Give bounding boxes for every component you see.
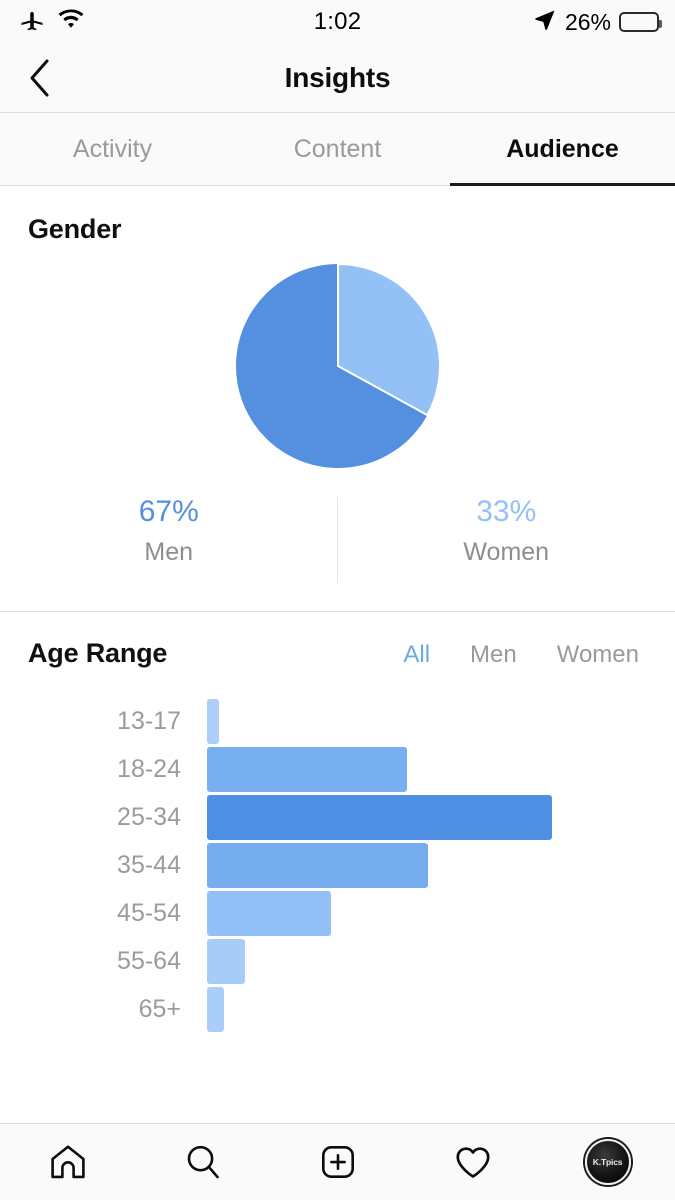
add-post-icon [321, 1145, 354, 1179]
pie-svg [235, 263, 441, 468]
bar-row: 13-17 [0, 699, 675, 744]
location-arrow-icon [533, 8, 557, 37]
home-icon [50, 1145, 85, 1179]
bar-row: 35-44 [0, 843, 675, 888]
legend-item-women: 33% Women [338, 495, 675, 587]
profile-avatar[interactable]: K.Tpics [584, 1139, 631, 1185]
bar-track [207, 843, 675, 888]
page-title: Insights [284, 62, 391, 93]
search-icon [187, 1145, 219, 1179]
bar-label-45-54: 45-54 [117, 899, 181, 927]
legend-divider [337, 497, 338, 583]
nav-home-button[interactable] [0, 1124, 135, 1200]
bar-label-55-64: 55-64 [117, 947, 181, 975]
battery-icon [619, 12, 662, 32]
avatar-label: K.Tpics [592, 1157, 623, 1167]
age-filter-all[interactable]: All [403, 641, 430, 669]
chevron-left-icon [30, 59, 49, 97]
legend-item-men: 67% Men [0, 495, 338, 587]
bar-row: 25-34 [0, 795, 675, 840]
back-button[interactable] [18, 56, 62, 100]
tab-content[interactable]: Content [225, 113, 450, 185]
bar-fill-45-54 [207, 891, 332, 936]
bar-fill-65+ [207, 987, 225, 1032]
bar-row: 18-24 [0, 747, 675, 792]
nav-add-post-button[interactable] [270, 1124, 405, 1200]
nav-profile-button[interactable]: K.Tpics [540, 1124, 675, 1200]
battery-percent-label: 26% [564, 8, 611, 35]
age-filter-men[interactable]: Men [470, 641, 517, 669]
bar-row: 55-64 [0, 939, 675, 984]
tab-activity[interactable]: Activity [0, 113, 225, 185]
legend-percent-women: 33% [476, 495, 537, 528]
bottom-nav-bar: K.Tpics [0, 1123, 675, 1200]
age-filter-women[interactable]: Women [557, 641, 639, 669]
gender-legend: 67% Men 33% Women [0, 495, 675, 587]
bar-track [207, 891, 675, 936]
status-bar-right: 26% [533, 0, 662, 44]
gender-section-title: Gender [28, 214, 122, 244]
heart-icon [455, 1147, 490, 1178]
age-range-header: Age Range All Men Women [0, 638, 675, 669]
status-bar: 1:02 26% [0, 0, 675, 44]
bar-track [207, 795, 675, 840]
bar-fill-35-44 [207, 843, 428, 888]
tab-audience[interactable]: Audience [450, 113, 675, 186]
bar-fill-55-64 [207, 939, 245, 984]
bar-track [207, 747, 675, 792]
age-range-title: Age Range [28, 638, 168, 668]
bar-fill-13-17 [207, 699, 219, 744]
tab-bar: Activity Content Audience [0, 113, 675, 186]
nav-search-button[interactable] [135, 1124, 270, 1200]
bar-label-13-17: 13-17 [117, 707, 181, 735]
bar-label-35-44: 35-44 [117, 851, 181, 879]
bar-track [207, 699, 675, 744]
bar-row: 45-54 [0, 891, 675, 936]
bar-label-18-24: 18-24 [117, 755, 181, 783]
gender-pie-chart [0, 263, 675, 469]
bar-track [207, 987, 675, 1032]
nav-activity-button[interactable] [405, 1124, 540, 1200]
bar-row: 65+ [0, 987, 675, 1032]
bar-label-65+: 65+ [138, 995, 181, 1023]
bar-fill-18-24 [207, 747, 408, 792]
legend-percent-men: 67% [138, 495, 199, 528]
bar-fill-25-34 [207, 795, 552, 840]
age-range-bar-chart: 13-17 18-24 25-34 35-44 45-54 55-64 65+ [0, 699, 675, 1032]
legend-label-women: Women [463, 538, 550, 566]
nav-header: Insights [0, 44, 675, 113]
age-range-section: Age Range All Men Women 13-17 18-24 25-34 3… [0, 612, 675, 1032]
legend-label-men: Men [144, 538, 194, 566]
bar-track [207, 939, 675, 984]
gender-section: Gender 67% Men 33% Women [0, 186, 675, 611]
bar-label-25-34: 25-34 [117, 803, 181, 831]
age-range-filters: All Men Women [403, 641, 639, 669]
